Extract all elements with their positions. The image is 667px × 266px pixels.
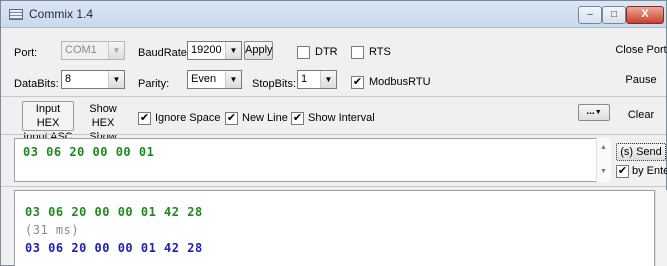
send-input-text[interactable]: 03 06 20 00 00 01 bbox=[23, 145, 154, 159]
ignore-space-label: Ignore Space bbox=[155, 112, 221, 124]
send-separator bbox=[1, 186, 666, 187]
dtr-checkbox[interactable] bbox=[297, 46, 310, 59]
app-icon bbox=[9, 9, 23, 20]
baudrate-select[interactable]: 19200 ▼ bbox=[187, 41, 242, 60]
pause-button[interactable]: Pause bbox=[614, 68, 667, 94]
chevron-down-icon[interactable]: ▼ bbox=[108, 71, 124, 88]
show-hex-option[interactable]: Show HEX bbox=[77, 102, 129, 130]
chevron-down-icon[interactable]: ▼ bbox=[108, 42, 124, 59]
send-button[interactable]: (s) Send bbox=[616, 143, 666, 161]
send-input[interactable]: 03 06 20 00 00 01 bbox=[14, 138, 610, 182]
clear-button[interactable]: Clear bbox=[614, 103, 667, 129]
commix-window: Commix 1.4 – □ X Port: COM1 ▼ BaudRate: … bbox=[0, 0, 667, 266]
by-enter-checkbox[interactable]: ✔ bbox=[616, 165, 629, 178]
minimize-button[interactable]: – bbox=[578, 6, 602, 24]
options-separator bbox=[1, 134, 666, 135]
chevron-down-icon[interactable]: ▼ bbox=[225, 42, 241, 59]
modbusrtu-label: ModbusRTU bbox=[369, 76, 431, 88]
output-line-sent: 03 06 20 00 00 01 42 28 bbox=[25, 205, 203, 219]
show-interval-checkbox[interactable]: ✔ bbox=[291, 112, 304, 125]
stopbits-label: StopBits: bbox=[252, 78, 297, 90]
apply-button[interactable]: Apply bbox=[244, 41, 273, 60]
output-line-interval: (31 ms) bbox=[25, 223, 80, 237]
title-bar: Commix 1.4 – □ X bbox=[1, 1, 666, 28]
scroll-up-icon[interactable]: ▲ bbox=[600, 144, 607, 151]
baudrate-label: BaudRate: bbox=[138, 47, 190, 59]
show-interval-label: Show Interval bbox=[308, 112, 375, 124]
close-port-button[interactable]: Close Port bbox=[614, 38, 667, 65]
chevron-down-icon[interactable]: ▼ bbox=[320, 71, 336, 88]
rts-label: RTS bbox=[369, 46, 391, 58]
parity-value: Even bbox=[191, 73, 217, 85]
settings-separator bbox=[1, 96, 666, 97]
dtr-label: DTR bbox=[315, 46, 338, 58]
stopbits-select[interactable]: 1 ▼ bbox=[297, 70, 337, 89]
modbusrtu-checkbox[interactable]: ✔ bbox=[351, 76, 364, 89]
rts-checkbox[interactable] bbox=[351, 46, 364, 59]
chevron-down-icon: ▼ bbox=[594, 109, 602, 116]
stopbits-value: 1 bbox=[301, 73, 308, 85]
ignore-space-checkbox[interactable]: ✔ bbox=[138, 112, 151, 125]
baudrate-value: 19200 bbox=[191, 44, 222, 56]
port-value: COM1 bbox=[65, 44, 97, 56]
input-hex-option[interactable]: Input HEX bbox=[23, 102, 73, 130]
new-line-label: New Line bbox=[242, 112, 288, 124]
port-select[interactable]: COM1 ▼ bbox=[61, 41, 125, 60]
by-enter-label: by Enter bbox=[632, 165, 667, 177]
databits-value: 8 bbox=[65, 73, 72, 85]
output-scrollbar[interactable] bbox=[655, 190, 667, 266]
port-label: Port: bbox=[14, 47, 38, 59]
chevron-down-icon[interactable]: ▼ bbox=[225, 71, 241, 88]
databits-label: DataBits: bbox=[14, 78, 59, 90]
parity-label: Parity: bbox=[138, 78, 170, 90]
scroll-down-icon[interactable]: ▼ bbox=[600, 168, 607, 175]
send-input-scrollbar[interactable]: ▲ ▼ bbox=[596, 138, 611, 182]
parity-select[interactable]: Even ▼ bbox=[187, 70, 242, 89]
output-line-received: 03 06 20 00 00 01 42 28 bbox=[25, 241, 203, 255]
close-window-button[interactable]: X bbox=[626, 6, 664, 24]
output-log[interactable]: 03 06 20 00 00 01 42 28 (31 ms) 03 06 20… bbox=[14, 190, 655, 266]
window-title: Commix 1.4 bbox=[29, 7, 94, 21]
more-options-button[interactable]: ...▼ bbox=[578, 104, 610, 121]
more-label: ... bbox=[586, 106, 595, 117]
databits-select[interactable]: 8 ▼ bbox=[61, 70, 125, 89]
maximize-button[interactable]: □ bbox=[602, 6, 626, 24]
new-line-checkbox[interactable]: ✔ bbox=[225, 112, 238, 125]
input-mode-toggle[interactable]: Input HEX Input ASC bbox=[22, 101, 74, 143]
